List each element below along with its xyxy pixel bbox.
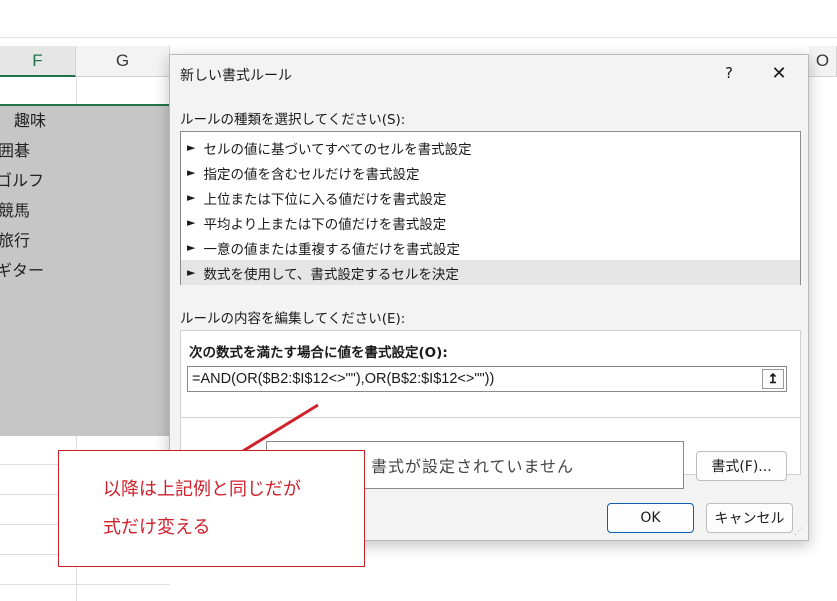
annotation-line-1: 以降は上記例と同じだが — [103, 479, 301, 500]
annotation-line-2: 式だけ変える — [103, 517, 211, 538]
annotation-arrow-line — [242, 403, 319, 453]
annotation-callout: 以降は上記例と同じだが 式だけ変える — [58, 450, 365, 567]
